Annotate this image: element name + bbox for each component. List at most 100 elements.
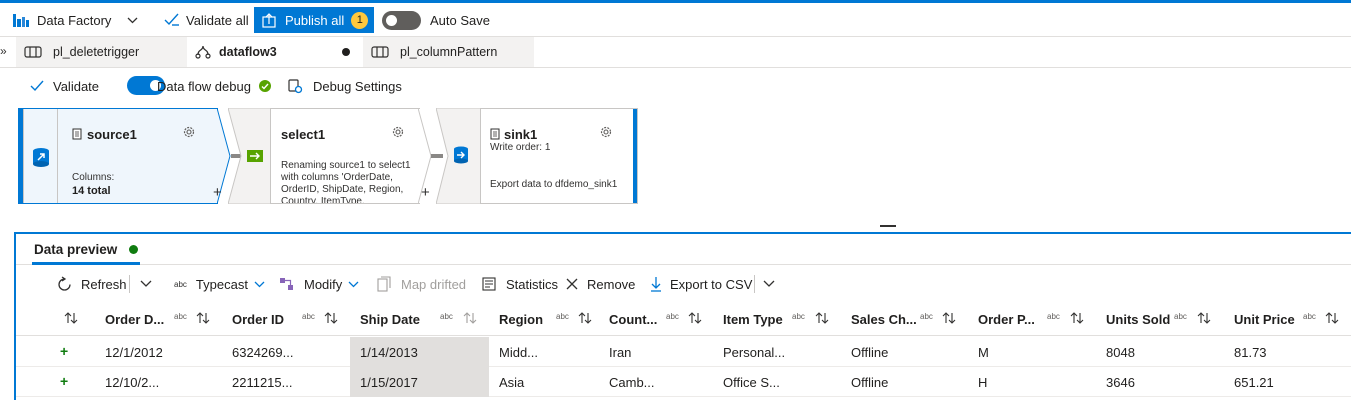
table-cell: 12/10/2... <box>105 374 160 390</box>
column-type-abc-icon: abc <box>792 312 805 321</box>
sort-icon[interactable] <box>1197 311 1211 325</box>
row-insert-plus-icon: + <box>60 343 69 359</box>
dataflow-icon <box>195 45 211 59</box>
table-cell: 6324269... <box>232 344 294 360</box>
table-cell: 651.21 <box>1234 374 1274 390</box>
select1-title: select1 <box>281 127 326 142</box>
table-cell: Midd... <box>499 344 539 360</box>
source1-node[interactable]: source1 Columns: 14 total <box>18 108 218 204</box>
validate-all-label: Validate all <box>186 12 249 28</box>
column-header[interactable]: Order D... <box>105 302 164 336</box>
sink1-node[interactable]: sink1 Write order: 1 Export data to dfde… <box>480 108 638 204</box>
tab-label: dataflow3 <box>219 45 277 59</box>
tab-pl-deletetrigger[interactable]: pl_deletetrigger <box>16 37 187 67</box>
column-header[interactable]: Units Sold <box>1106 302 1170 336</box>
chevron-down-icon <box>254 281 265 287</box>
chevron-down-icon <box>348 281 359 287</box>
column-header[interactable]: Item Type <box>723 302 783 336</box>
refresh-button[interactable]: Refresh <box>56 270 127 298</box>
expand-panel-icon[interactable]: » <box>0 44 7 58</box>
sort-icon[interactable] <box>815 311 829 325</box>
select1-desc-line: OrderID, ShipDate, Region, <box>281 184 404 195</box>
column-header[interactable]: Order ID <box>232 302 284 336</box>
table-cell: Iran <box>609 344 632 360</box>
validate-all-button[interactable]: Validate all <box>164 3 249 37</box>
chevron-down-icon[interactable] <box>763 280 775 288</box>
column-header[interactable]: Count... <box>609 302 657 336</box>
typecast-button[interactable]: abc Typecast <box>174 270 265 298</box>
sort-icon[interactable] <box>1070 311 1084 325</box>
sort-icon[interactable] <box>324 311 338 325</box>
sort-icon[interactable] <box>1325 311 1339 325</box>
typecast-abc-icon: abc <box>174 279 187 289</box>
factory-label: Data Factory <box>37 12 112 28</box>
export-to-csv-button[interactable]: Export to CSV <box>650 270 752 298</box>
sort-icon[interactable] <box>688 311 702 325</box>
tab-pl-columnpattern[interactable]: pl_columnPattern <box>363 37 534 67</box>
data-preview-label: Data preview <box>34 242 118 257</box>
column-type-abc-icon: abc <box>440 312 453 321</box>
table-cell: 81.73 <box>1234 344 1267 360</box>
factory-icon <box>13 14 29 27</box>
gear-icon[interactable] <box>182 125 196 139</box>
source1-columns-count: 14 total <box>72 185 111 197</box>
dataflow-toolbar: Validate Data flow debug Debug Settings <box>14 68 1351 104</box>
column-type-abc-icon: abc <box>920 312 933 321</box>
gear-icon[interactable] <box>599 125 613 139</box>
table-cell: Offline <box>851 374 889 390</box>
debug-settings-button[interactable]: Debug Settings <box>287 68 402 104</box>
validate-button[interactable]: Validate <box>30 68 99 104</box>
auto-save-toggle[interactable] <box>382 11 421 30</box>
unsaved-dot-icon <box>342 48 350 56</box>
chevron-down-icon[interactable] <box>140 280 152 288</box>
factory-menu[interactable]: Data Factory <box>12 3 138 37</box>
column-header[interactable]: Ship Date <box>360 302 420 336</box>
sort-icon[interactable] <box>463 311 477 325</box>
source-icon <box>33 148 49 167</box>
data-preview-panel: Data preview Refresh abc Typecast Modify… <box>14 232 1351 400</box>
column-header[interactable]: Region <box>499 302 543 336</box>
document-icon <box>72 128 82 140</box>
column-type-abc-icon: abc <box>174 312 187 321</box>
publish-all-button[interactable]: Publish all 1 <box>254 7 374 33</box>
statistics-button[interactable]: Statistics <box>482 270 558 298</box>
column-header[interactable]: Order P... <box>978 302 1035 336</box>
data-preview-tab[interactable]: Data preview <box>34 242 139 257</box>
gear-icon[interactable] <box>391 125 405 139</box>
map-drifted-button[interactable]: Map drifted <box>377 270 466 298</box>
table-cell: 12/1/2012 <box>105 344 163 360</box>
debug-status-icon <box>258 80 271 92</box>
column-header[interactable]: Unit Price <box>1234 302 1295 336</box>
data-flow-debug-label-group: Data flow debug <box>157 68 271 104</box>
table-row[interactable]: +12/1/2012 6324269... 1/14/2013 Midd... Iran… <box>16 337 1351 367</box>
sink1-title: sink1 <box>504 127 538 142</box>
table-cell: H <box>978 374 988 390</box>
sort-icon[interactable] <box>578 311 592 325</box>
select1-desc-line: with columns 'OrderDate, <box>281 172 393 183</box>
add-transformation-plus-icon[interactable]: + <box>421 184 430 201</box>
pipeline-icon <box>371 46 389 58</box>
debug-settings-icon <box>288 79 303 94</box>
panel-resize-handle[interactable] <box>880 225 896 227</box>
close-icon <box>566 278 578 290</box>
sort-icon[interactable] <box>942 311 956 325</box>
validate-all-icon <box>164 13 179 26</box>
add-transformation-plus-icon[interactable]: + <box>213 184 222 201</box>
select1-node[interactable]: select1 Renaming source1 to select1 with… <box>270 108 420 204</box>
remove-button[interactable]: Remove <box>566 270 635 298</box>
table-row[interactable]: +12/10/2... 2211215... 1/15/2017 Asia Camb..… <box>16 367 1351 397</box>
column-type-abc-icon: abc <box>556 312 569 321</box>
tab-row: » pl_deletetrigger dataflow3 pl_columnPa… <box>0 37 1351 68</box>
refresh-icon <box>58 275 71 291</box>
sort-icon[interactable] <box>196 311 210 325</box>
sort-icon[interactable] <box>64 311 78 325</box>
export-to-csv-label: Export to CSV <box>670 276 753 292</box>
modify-button[interactable]: Modify <box>279 270 359 298</box>
dataflow-canvas[interactable]: source1 Columns: 14 total + select1 Rena… <box>14 104 1351 228</box>
sink1-write-order: Write order: 1 <box>490 142 551 153</box>
tab-dataflow3[interactable]: dataflow3 <box>187 37 363 67</box>
table-cell: 3646 <box>1106 374 1135 390</box>
column-header[interactable]: Sales Ch... <box>851 302 917 336</box>
pipeline-icon <box>24 46 42 58</box>
modify-icon <box>280 277 293 290</box>
